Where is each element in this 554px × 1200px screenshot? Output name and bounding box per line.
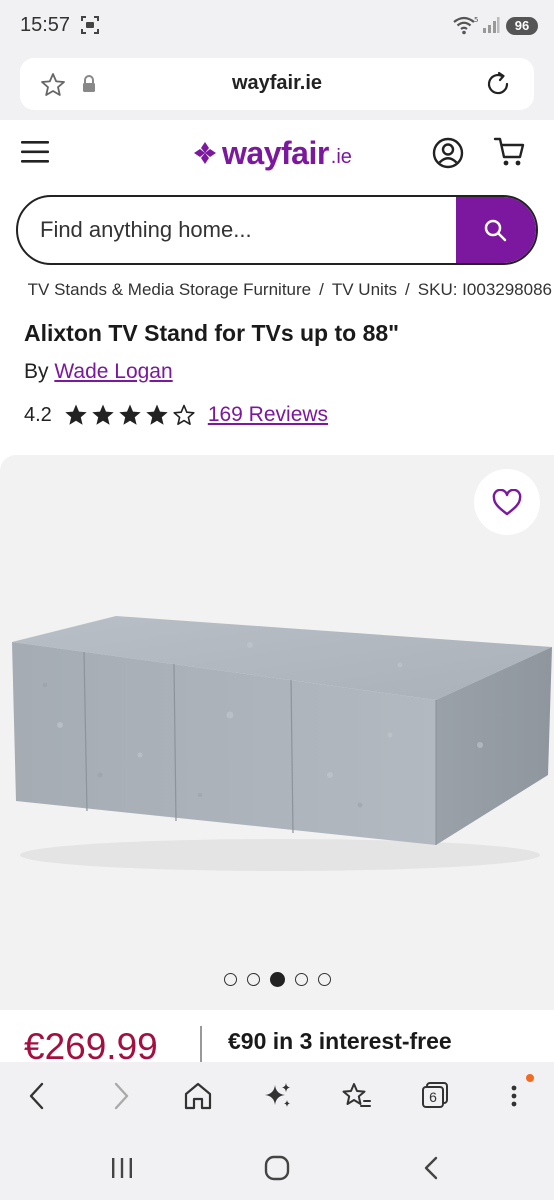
- battery-indicator: 96: [506, 17, 538, 35]
- breadcrumb-separator: /: [319, 280, 324, 299]
- financing-text: €90 in 3 interest-free: [228, 1028, 452, 1054]
- tabs-count: 6: [422, 1086, 444, 1108]
- forward-arrow-icon[interactable]: [104, 1080, 136, 1112]
- sparkle-ai-icon[interactable]: [262, 1080, 294, 1112]
- breadcrumb: TV Stands & Media Storage Furniture / TV U…: [0, 280, 554, 306]
- rating-value: 4.2: [24, 403, 52, 426]
- back-arrow-icon[interactable]: [22, 1080, 54, 1112]
- gallery-dot[interactable]: [224, 973, 237, 986]
- gallery-dot[interactable]: [247, 973, 260, 986]
- brand-line: By Wade Logan: [24, 360, 173, 384]
- reviews-link[interactable]: 169 Reviews: [208, 403, 328, 427]
- search-bar: [16, 195, 538, 265]
- system-navigation-bar: [0, 1134, 554, 1200]
- svg-text:5: 5: [474, 16, 478, 24]
- star-full-icon: [92, 404, 114, 425]
- by-label: By: [24, 360, 49, 383]
- search-button[interactable]: [456, 197, 536, 263]
- favorite-button[interactable]: [474, 469, 540, 535]
- hamburger-menu-icon[interactable]: [20, 138, 50, 166]
- wayfair-logo[interactable]: wayfair .ie: [192, 133, 352, 173]
- breadcrumb-sku: SKU: I003298086: [417, 280, 552, 299]
- recent-apps-icon[interactable]: [108, 1154, 136, 1182]
- browser-toolbar: 6: [0, 1062, 554, 1134]
- logo-domain: .ie: [330, 145, 352, 168]
- product-image-tv-stand: [12, 616, 552, 871]
- star-full-icon: [65, 404, 87, 425]
- account-icon[interactable]: [432, 137, 464, 169]
- back-button-icon[interactable]: [418, 1154, 446, 1182]
- more-menu-icon[interactable]: [498, 1080, 530, 1112]
- logo-pinwheel-icon: [194, 142, 216, 164]
- tabs-button[interactable]: 6: [422, 1082, 448, 1108]
- gallery-dot-active[interactable]: [270, 972, 285, 987]
- gallery-dot[interactable]: [295, 973, 308, 986]
- star-outline-icon: [173, 404, 195, 425]
- brand-link[interactable]: Wade Logan: [54, 360, 172, 383]
- gallery-dot[interactable]: [318, 973, 331, 986]
- product-image-gallery[interactable]: [0, 455, 554, 1010]
- signal-icon: [483, 17, 500, 33]
- browser-address-area: wayfair.ie: [0, 52, 554, 120]
- gallery-pagination: [224, 972, 331, 987]
- logo-wordmark: wayfair: [222, 134, 329, 171]
- cart-icon[interactable]: [493, 136, 527, 168]
- search-icon: [484, 219, 507, 242]
- screenshot-icon: [81, 16, 99, 34]
- url-text: wayfair.ie: [231, 72, 323, 94]
- home-button-icon[interactable]: [263, 1154, 291, 1182]
- star-full-icon: [119, 404, 141, 425]
- breadcrumb-separator: /: [405, 280, 410, 299]
- home-icon[interactable]: [182, 1080, 214, 1112]
- heart-icon: [492, 489, 522, 516]
- status-bar: 15:57 5 96: [0, 0, 554, 52]
- star-full-icon: [146, 404, 168, 425]
- breadcrumb-item-tv-stands[interactable]: TV Stands & Media Storage Furniture: [28, 280, 311, 299]
- notification-dot: [526, 1074, 534, 1082]
- product-title: Alixton TV Stand for TVs up to 88": [24, 320, 400, 346]
- bookmarks-icon[interactable]: [340, 1080, 372, 1112]
- address-bar[interactable]: wayfair.ie: [20, 58, 534, 110]
- rating-row: 4.2 169 Reviews: [24, 400, 328, 430]
- reload-icon[interactable]: [484, 70, 512, 98]
- breadcrumb-item-tv-units[interactable]: TV Units: [332, 280, 397, 299]
- search-input[interactable]: [18, 197, 458, 263]
- star-rating: [64, 403, 196, 427]
- wifi-icon: 5: [453, 16, 478, 35]
- status-time: 15:57: [20, 14, 71, 36]
- price-divider: [200, 1026, 202, 1062]
